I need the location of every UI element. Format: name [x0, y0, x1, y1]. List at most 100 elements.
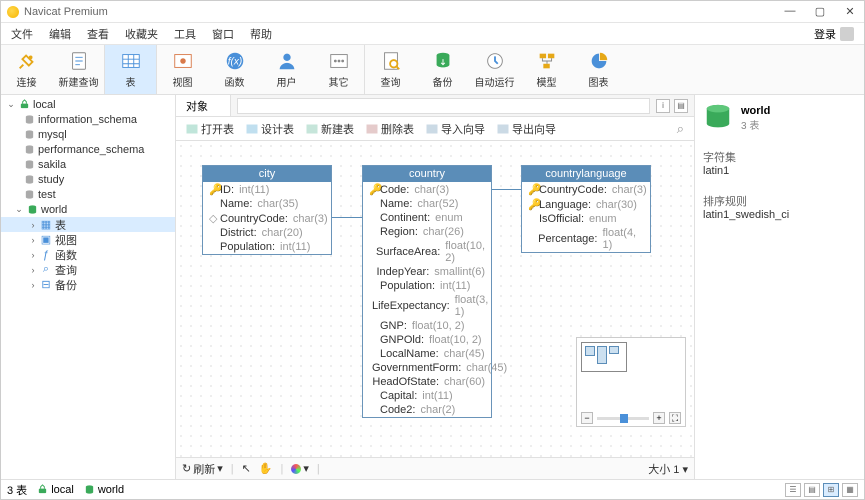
- view-erd-button[interactable]: ⊞: [823, 483, 839, 497]
- database-node[interactable]: performance_schema: [1, 142, 175, 157]
- close-button[interactable]: ✕: [842, 5, 858, 18]
- erd-column[interactable]: HeadOfState: char(60): [363, 375, 491, 389]
- menu-help[interactable]: 帮助: [250, 26, 272, 42]
- menu-file[interactable]: 文件: [11, 26, 33, 42]
- avatar-icon[interactable]: [840, 27, 854, 41]
- action-导出向导[interactable]: 导出向导: [497, 121, 556, 137]
- search-icon[interactable]: ⌕: [677, 121, 684, 137]
- database-node[interactable]: information_schema: [1, 112, 175, 127]
- menu-favorites[interactable]: 收藏夹: [125, 26, 158, 42]
- erd-column[interactable]: LifeExpectancy: float(3, 1): [363, 293, 491, 319]
- erd-column[interactable]: Name: char(35): [203, 197, 331, 211]
- color-picker-button[interactable]: ▾: [291, 462, 309, 475]
- erd-table-countrylanguage[interactable]: countrylanguage🔑CountryCode: char(3)🔑Lan…: [521, 165, 651, 253]
- erd-column[interactable]: SurfaceArea: float(10, 2): [363, 239, 491, 265]
- toolbar-plug-button[interactable]: 连接: [1, 45, 53, 94]
- erd-column[interactable]: IsOfficial: enum: [522, 212, 650, 226]
- menu-window[interactable]: 窗口: [212, 26, 234, 42]
- refresh-button[interactable]: ↻ 刷新 ▾: [182, 461, 223, 477]
- db-child-vw[interactable]: ›▣视图: [1, 232, 175, 247]
- menu-tools[interactable]: 工具: [174, 26, 196, 42]
- toolbar-chart-button[interactable]: 图表: [573, 45, 625, 94]
- database-node-open[interactable]: ⌄world: [1, 202, 175, 217]
- zoom-label[interactable]: 大小 1 ▾: [648, 461, 688, 477]
- view-grid-button[interactable]: ▦: [842, 483, 858, 497]
- toolbar-user-button[interactable]: 用户: [261, 45, 313, 94]
- action-删除表[interactable]: 删除表: [366, 121, 414, 137]
- database-node[interactable]: test: [1, 187, 175, 202]
- erd-column[interactable]: 🔑CountryCode: char(3): [522, 182, 650, 197]
- toolbar-auto-button[interactable]: 自动运行: [469, 45, 521, 94]
- database-node[interactable]: study: [1, 172, 175, 187]
- action-设计表[interactable]: 设计表: [246, 121, 294, 137]
- maximize-button[interactable]: ▢: [812, 5, 828, 18]
- erd-column[interactable]: District: char(20): [203, 226, 331, 240]
- database-node[interactable]: mysql: [1, 127, 175, 142]
- toolbar-query-button[interactable]: 查询: [365, 45, 417, 94]
- minimap-viewport[interactable]: [581, 342, 627, 372]
- erd-column[interactable]: Percentage: float(4, 1): [522, 226, 650, 252]
- erd-canvas[interactable]: city🔑ID: int(11)Name: char(35)◇CountryCo…: [176, 141, 694, 457]
- list-toggle-icon[interactable]: ▤: [674, 99, 688, 113]
- action-新建表[interactable]: 新建表: [306, 121, 354, 137]
- status-connection[interactable]: local: [37, 484, 74, 496]
- erd-column[interactable]: IndepYear: smallint(6): [363, 265, 491, 279]
- erd-table-header[interactable]: countrylanguage: [522, 166, 650, 182]
- hand-tool-button[interactable]: ✋: [259, 462, 273, 475]
- minimap[interactable]: − + ⛶: [576, 337, 686, 427]
- erd-table-city[interactable]: city🔑ID: int(11)Name: char(35)◇CountryCo…: [202, 165, 332, 255]
- erd-column[interactable]: Region: char(26): [363, 225, 491, 239]
- pointer-tool-button[interactable]: ↖: [242, 462, 251, 475]
- info-toggle-icon[interactable]: i: [656, 99, 670, 113]
- erd-column[interactable]: Continent: enum: [363, 211, 491, 225]
- menu-edit[interactable]: 编辑: [49, 26, 71, 42]
- view-list-button[interactable]: ☰: [785, 483, 801, 497]
- relation-line[interactable]: [492, 189, 521, 190]
- db-child-fn[interactable]: ›ƒ函数: [1, 247, 175, 262]
- toolbar-fx-button[interactable]: f(x)函数: [209, 45, 261, 94]
- erd-column[interactable]: Population: int(11): [363, 279, 491, 293]
- erd-column[interactable]: 🔑Language: char(30): [522, 197, 650, 212]
- erd-column[interactable]: GNPOld: float(10, 2): [363, 333, 491, 347]
- zoom-slider[interactable]: [597, 417, 649, 420]
- toolbar-doc-button[interactable]: 新建查询: [53, 45, 105, 94]
- erd-column[interactable]: Code2: char(2): [363, 403, 491, 417]
- erd-table-header[interactable]: country: [363, 166, 491, 182]
- login-link[interactable]: 登录: [814, 26, 836, 42]
- toolbar-view-button[interactable]: 视图: [157, 45, 209, 94]
- menu-view[interactable]: 查看: [87, 26, 109, 42]
- action-打开表[interactable]: 打开表: [186, 121, 234, 137]
- erd-column[interactable]: GovernmentForm: char(45): [363, 361, 491, 375]
- tab-objects[interactable]: 对象: [176, 95, 231, 116]
- connection-node[interactable]: ⌄local: [1, 97, 175, 112]
- toolbar-backup-button[interactable]: 备份: [417, 45, 469, 94]
- toolbar-dots-button[interactable]: 其它: [313, 45, 365, 94]
- minimize-button[interactable]: —: [782, 5, 798, 18]
- db-child-bk[interactable]: ›⊟备份: [1, 277, 175, 292]
- erd-column[interactable]: Name: char(52): [363, 197, 491, 211]
- view-detail-button[interactable]: ▤: [804, 483, 820, 497]
- zoom-fit-button[interactable]: ⛶: [669, 412, 681, 424]
- erd-column[interactable]: Capital: int(11): [363, 389, 491, 403]
- erd-table-country[interactable]: country🔑Code: char(3)Name: char(52)Conti…: [362, 165, 492, 418]
- connection-tree[interactable]: ⌄localinformation_schemamysqlperformance…: [1, 95, 176, 479]
- database-node[interactable]: sakila: [1, 157, 175, 172]
- relation-line[interactable]: [332, 217, 362, 218]
- erd-column[interactable]: 🔑Code: char(3): [363, 182, 491, 197]
- erd-column[interactable]: GNP: float(10, 2): [363, 319, 491, 333]
- erd-column[interactable]: LocalName: char(45): [363, 347, 491, 361]
- zoom-in-button[interactable]: +: [653, 412, 665, 424]
- erd-column[interactable]: 🔑ID: int(11): [203, 182, 331, 197]
- toolbar-table-button[interactable]: 表: [105, 45, 157, 94]
- action-导入向导[interactable]: 导入向导: [426, 121, 485, 137]
- zoom-out-button[interactable]: −: [581, 412, 593, 424]
- erd-table-header[interactable]: city: [203, 166, 331, 182]
- toolbar-model-button[interactable]: 模型: [521, 45, 573, 94]
- erd-column[interactable]: ◇CountryCode: char(3): [203, 211, 331, 226]
- status-database[interactable]: world: [84, 484, 124, 496]
- erd-column[interactable]: Population: int(11): [203, 240, 331, 254]
- address-bar[interactable]: [237, 98, 650, 114]
- table-icon: [120, 50, 142, 72]
- db-child-qr[interactable]: ›⌕查询: [1, 262, 175, 277]
- db-child-tbl[interactable]: ›▦表: [1, 217, 175, 232]
